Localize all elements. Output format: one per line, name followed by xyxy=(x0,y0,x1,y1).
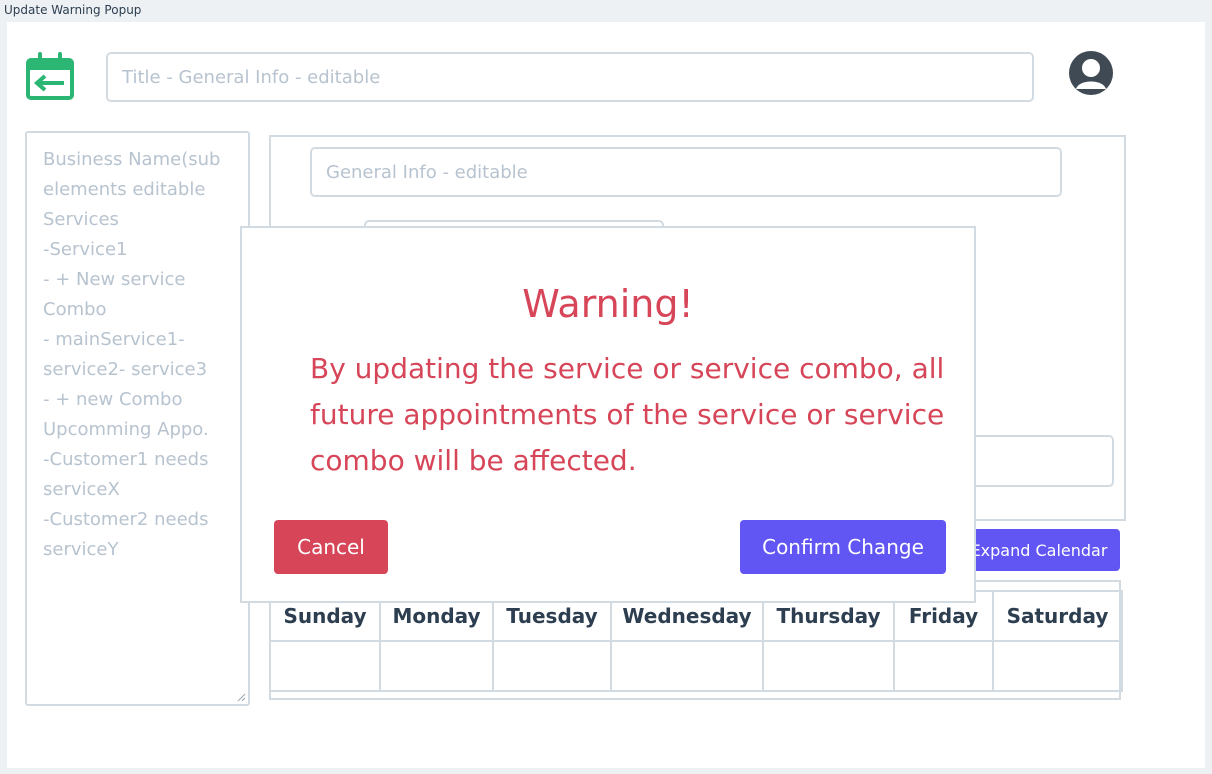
sidebar-line: serviceY xyxy=(43,539,119,560)
sidebar-textarea[interactable]: Business Name(sub elements editable Serv… xyxy=(25,131,250,706)
modal-message: By updating the service or service combo… xyxy=(310,352,945,477)
calendar-day-cell[interactable] xyxy=(379,640,494,692)
detail-field[interactable] xyxy=(962,435,1114,487)
sidebar-line: -Service1 xyxy=(43,239,128,260)
calendar-day-cell[interactable] xyxy=(992,640,1123,692)
expand-calendar-button[interactable]: Expand Calendar xyxy=(958,529,1120,571)
cancel-button[interactable]: Cancel xyxy=(274,520,388,574)
sidebar-line: Business Name(sub xyxy=(43,149,221,170)
day-header: Saturday xyxy=(992,590,1123,642)
calendar-day-cell[interactable] xyxy=(762,640,895,692)
calendar-day-cell[interactable] xyxy=(610,640,764,692)
general-info-input[interactable] xyxy=(310,147,1062,197)
sidebar-line: - mainService1- xyxy=(43,329,185,350)
warning-modal: Warning! By updating the service or serv… xyxy=(240,226,976,603)
calendar-back-icon[interactable] xyxy=(26,52,74,100)
sidebar-line: Combo xyxy=(43,299,107,320)
calendar-day-cell[interactable] xyxy=(269,640,381,692)
sidebar-line: Services xyxy=(43,209,119,230)
page-label: Update Warning Popup xyxy=(4,3,142,17)
resize-grip-icon[interactable] xyxy=(236,692,246,702)
title-input[interactable] xyxy=(106,52,1034,102)
calendar-table: Sunday Monday Tuesday Wednesday Thursday… xyxy=(269,590,1123,692)
calendar-day-cell[interactable] xyxy=(893,640,994,692)
calendar-day-cell[interactable] xyxy=(492,640,612,692)
sidebar-line: service2- service3 xyxy=(43,359,208,380)
sidebar-line: -Customer1 needs xyxy=(43,449,209,470)
user-avatar-icon[interactable] xyxy=(1067,49,1115,97)
sidebar-line: -Customer2 needs xyxy=(43,509,209,530)
sidebar-line: serviceX xyxy=(43,479,120,500)
sidebar-line: Upcomming Appo. xyxy=(43,419,209,440)
sidebar-line: - + New service xyxy=(43,269,186,290)
calendar-week-row xyxy=(269,640,1123,692)
sidebar-line: elements editable xyxy=(43,179,206,200)
sidebar-line: - + new Combo xyxy=(43,389,183,410)
modal-title: Warning! xyxy=(522,282,694,326)
confirm-change-button[interactable]: Confirm Change xyxy=(740,520,946,574)
